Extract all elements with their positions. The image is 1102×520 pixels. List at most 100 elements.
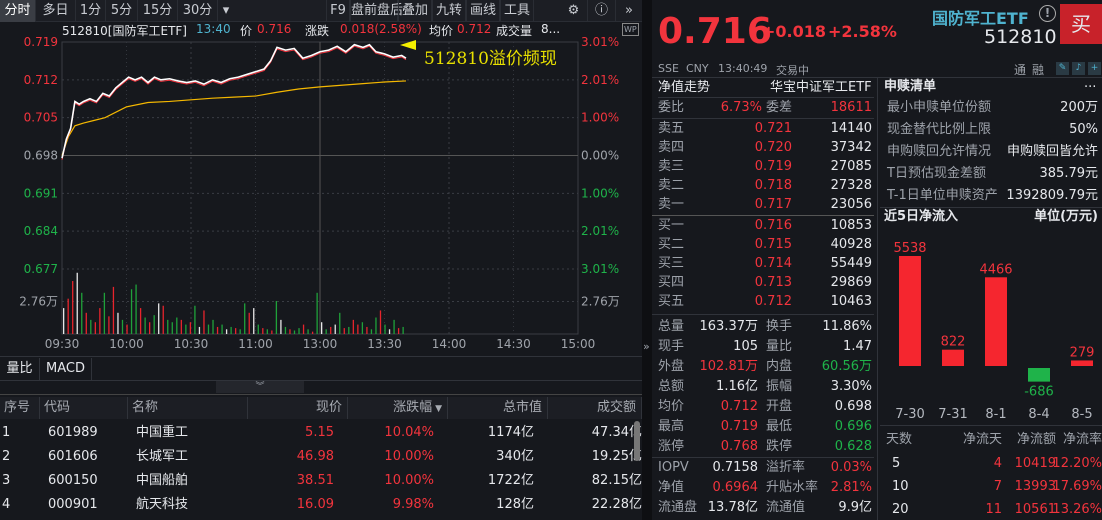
stat-label: 升贴水率 (766, 480, 819, 495)
col-sep (877, 78, 878, 520)
volume-tick-left: 2.76万 (19, 295, 58, 309)
table-header-5[interactable]: 总市值 (448, 397, 548, 419)
volume-bar (103, 292, 106, 334)
tab-period-4[interactable]: 15分 (138, 0, 178, 22)
order-price: 0.714 (754, 256, 792, 271)
y-tick-right: 2.01% (581, 224, 619, 238)
inflow-label: 822 (941, 335, 966, 350)
order-volume: 10463 (830, 294, 872, 309)
info-icon[interactable]: ! (1039, 5, 1056, 22)
volume-bar (185, 324, 187, 334)
tab-period-0[interactable]: 分时 (0, 0, 36, 22)
volume-bar (63, 308, 65, 334)
inflow-bar (899, 256, 921, 366)
more-periods-dropdown[interactable]: ▾ (218, 0, 234, 22)
inflow-label: 279 (1070, 345, 1095, 360)
tab-period-1[interactable]: 多日 (36, 0, 76, 22)
table-header-1[interactable]: 代码 (40, 397, 128, 419)
volume-bar (117, 312, 119, 334)
stat-label: 均价 (658, 399, 685, 414)
order-level: 卖一 (658, 197, 685, 212)
volume-bar (325, 329, 327, 334)
help-icon[interactable]: ⓘ (588, 0, 616, 22)
tool-button-4[interactable]: 画线 (466, 0, 500, 22)
x-tick: 13:00 (303, 337, 338, 351)
stat-label: IOPV (658, 460, 689, 475)
table-row[interactable]: 3 600150 中国船舶 38.51 10.00% 1722亿 82.15亿 (0, 469, 642, 493)
tab-period-3[interactable]: 5分 (106, 0, 138, 22)
y-tick-left: 0.712 (24, 73, 58, 87)
tool-button-5[interactable]: 工具 (500, 0, 534, 22)
volume-bar (352, 319, 354, 334)
creation-title: 申赎清单 (884, 79, 937, 94)
double-chevron-down-icon[interactable]: ︾ (216, 381, 304, 393)
tag-0[interactable]: 通 (1014, 61, 1026, 78)
tab-indicator-0[interactable]: 量比 (0, 358, 40, 380)
table-header-3[interactable]: 现价 (248, 397, 348, 419)
volume-bar (298, 328, 300, 334)
table-header-2[interactable]: 名称 (128, 397, 248, 419)
buy-button[interactable]: 买 (1060, 4, 1102, 44)
header-label: 总市值 (502, 400, 542, 415)
volume-bar (402, 326, 404, 334)
volume-bar (130, 289, 133, 334)
tab-period-2[interactable]: 1分 (76, 0, 106, 22)
stat-value: 0.7158 (712, 460, 759, 475)
edit-icon[interactable]: ✎ (1056, 62, 1069, 75)
nav-title[interactable]: 净值走势 (658, 78, 710, 98)
stat-value: 3.30% (830, 379, 872, 394)
tool-button-1[interactable]: 盘前盘后 (350, 0, 403, 22)
order-price: 0.717 (754, 197, 792, 212)
volume-bar (94, 322, 96, 334)
expand-panel-icon[interactable]: » (643, 340, 650, 353)
table-header-0[interactable]: 序号 (0, 397, 40, 419)
flow-cell: 11 (985, 502, 1002, 517)
volume-bar (90, 319, 92, 334)
table-cell-名称: 航天科技 (136, 497, 189, 512)
volume-bar (253, 308, 255, 334)
table-cell-总市值: 128亿 (496, 497, 534, 512)
tab-indicator-1[interactable]: MACD (40, 358, 92, 380)
header-label: 成交额 (596, 400, 636, 415)
nav-line (61, 45, 407, 160)
tool-button-3[interactable]: 九转 (432, 0, 466, 22)
more-icon[interactable]: ... (1084, 74, 1096, 94)
stat-label: 跌停 (766, 439, 793, 454)
flow-title: 近5日净流入 (884, 209, 959, 224)
price-line (61, 43, 407, 159)
table-cell-成交额: 19.25亿 (591, 449, 642, 464)
table-row[interactable]: 1 601989 中国重工 5.15 10.04% 1174亿 47.34亿 (0, 421, 642, 445)
tool-button-0[interactable]: F9 (326, 0, 350, 22)
inflow-label: 4466 (979, 262, 1012, 277)
tab-period-5[interactable]: 30分 (178, 0, 218, 22)
table-cell-代码: 600150 (48, 473, 98, 488)
flow-cell: 12.20% (1052, 456, 1102, 471)
table-header-6[interactable]: 成交额 (548, 397, 642, 419)
table-header-4[interactable]: 涨跌幅 ▼ (348, 397, 448, 419)
table-cell-代码: 601606 (48, 449, 98, 464)
order-volume: 27085 (830, 159, 872, 174)
inflow-category: 8-4 (1028, 407, 1049, 422)
gear-icon[interactable]: ⚙ (560, 0, 588, 22)
inflow-bar (985, 277, 1007, 366)
table-row[interactable]: 2 601606 长城军工 46.98 10.00% 340亿 19.25亿 (0, 445, 642, 469)
header-label: 现价 (315, 400, 342, 415)
header-label: 涨跌幅 (393, 400, 433, 415)
panel-divider[interactable]: » (642, 0, 652, 520)
table-scrollbar[interactable] (634, 421, 640, 461)
y-tick-right: 3.01% (581, 262, 619, 276)
volume-bar (393, 319, 395, 334)
order-price: 0.715 (754, 237, 792, 252)
double-chevron-right-icon[interactable]: » (616, 0, 642, 22)
weicha-label: 委差 (766, 100, 793, 115)
stat-value: 2.81% (830, 480, 872, 495)
tool-button-2[interactable]: 叠加 (398, 0, 432, 22)
volume-bar (239, 329, 241, 334)
table-row[interactable]: 4 000901 航天科技 16.09 9.98% 128亿 22.28亿 (0, 493, 642, 517)
volume-bar (248, 312, 250, 334)
volume-bar (370, 329, 373, 334)
sort-desc-icon[interactable]: ▼ (435, 404, 442, 414)
tag-1[interactable]: 融 (1032, 61, 1044, 78)
order-volume: 23056 (830, 197, 872, 212)
tabs-bottom-line (0, 380, 642, 381)
